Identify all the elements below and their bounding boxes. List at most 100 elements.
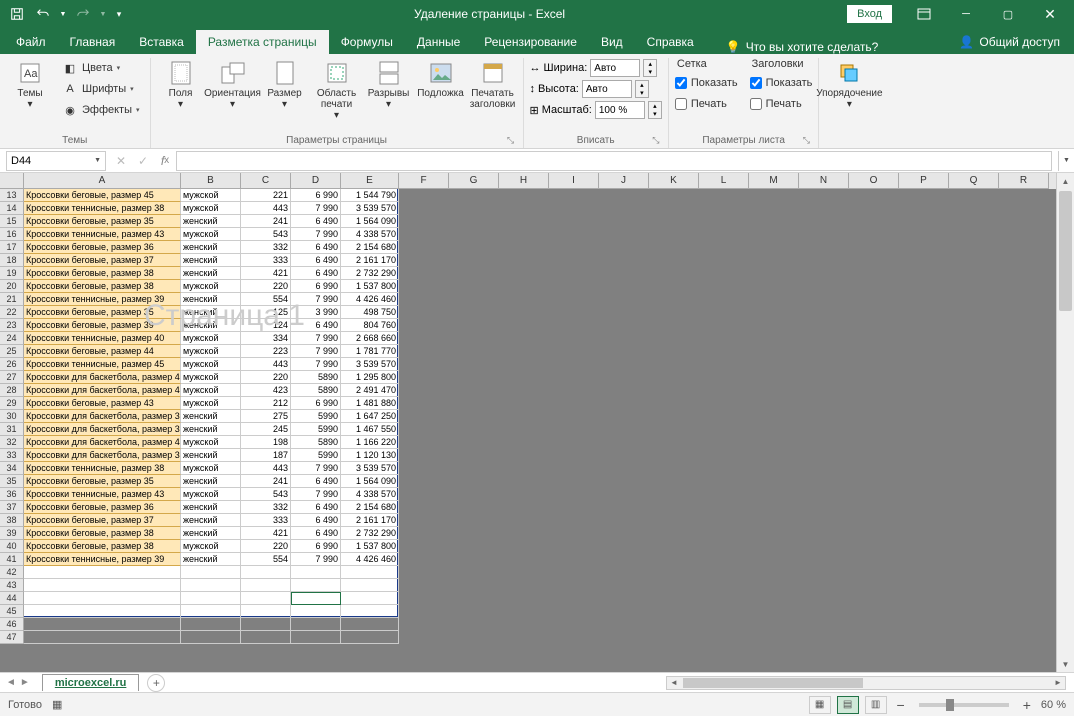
row-header[interactable]: 16 [0,228,24,241]
cell[interactable]: Кроссовки теннисные, размер 45 [24,358,181,371]
cell[interactable]: Кроссовки теннисные, размер 43 [24,488,181,501]
cell[interactable]: 554 [241,293,291,306]
row-header[interactable]: 18 [0,254,24,267]
cell[interactable]: Кроссовки беговые, размер 36 [24,501,181,514]
cell[interactable]: 6 490 [291,215,341,228]
cell[interactable] [24,566,181,579]
tab-формулы[interactable]: Формулы [329,30,405,54]
cell[interactable]: Кроссовки теннисные, размер 39 [24,553,181,566]
zoom-in-button[interactable]: + [1019,697,1035,713]
cell[interactable]: мужской [181,228,241,241]
redo-dropdown[interactable]: ▼ [98,3,108,25]
redo-icon[interactable] [72,3,94,25]
row-header[interactable]: 32 [0,436,24,449]
worksheet-grid[interactable]: ABCDEFGHIJKLMNOPQR 131415161718192021222… [0,173,1074,672]
cell[interactable] [291,618,341,631]
cell[interactable]: 7 990 [291,293,341,306]
cell[interactable]: 275 [241,410,291,423]
row-header[interactable]: 37 [0,501,24,514]
cell[interactable]: 7 990 [291,202,341,215]
row-header[interactable]: 27 [0,371,24,384]
cell[interactable] [24,605,181,618]
page-layout-view-button[interactable]: ▥ [865,696,887,714]
cell[interactable]: мужской [181,436,241,449]
cell[interactable]: 187 [241,449,291,462]
width-spinner[interactable]: ▴▾ [643,59,657,77]
cancel-fx-icon[interactable]: ✕ [110,150,132,172]
cell[interactable]: Кроссовки для баскетбола, размер 37 [24,410,181,423]
cell[interactable] [241,579,291,592]
grid-show-checkbox[interactable]: Показать [675,73,738,93]
cell[interactable]: 332 [241,501,291,514]
cell[interactable]: 3 990 [291,306,341,319]
cell[interactable]: 6 490 [291,319,341,332]
qat-customize[interactable]: ▾ [112,3,126,25]
cell[interactable] [24,618,181,631]
cell[interactable]: женский [181,241,241,254]
signin-button[interactable]: Вход [847,5,892,23]
effects-button[interactable]: ◉Эффекты▾ [58,100,144,120]
cell[interactable] [24,592,181,605]
cell[interactable]: Кроссовки для баскетбола, размер 38 [24,423,181,436]
cell[interactable]: 3 539 570 [341,462,399,475]
name-box[interactable]: D44▼ [6,151,106,171]
cell[interactable]: Кроссовки теннисные, размер 43 [24,228,181,241]
col-header-K[interactable]: K [649,173,699,189]
row-header[interactable]: 28 [0,384,24,397]
zoom-level[interactable]: 60 % [1041,699,1066,711]
cell[interactable] [181,579,241,592]
width-input[interactable] [590,59,640,77]
cell[interactable]: 212 [241,397,291,410]
cell[interactable]: Кроссовки беговые, размер 37 [24,254,181,267]
cell[interactable]: женский [181,449,241,462]
cell[interactable] [341,566,399,579]
cell[interactable]: 2 161 170 [341,514,399,527]
row-header[interactable]: 22 [0,306,24,319]
row-header[interactable]: 15 [0,215,24,228]
cell[interactable]: 124 [241,319,291,332]
col-header-H[interactable]: H [499,173,549,189]
cell[interactable]: 7 990 [291,345,341,358]
cell[interactable] [291,579,341,592]
cell[interactable]: 1 295 800 [341,371,399,384]
colors-button[interactable]: ◧Цвета▾ [58,58,144,78]
cell[interactable]: женский [181,215,241,228]
cell[interactable]: 4 426 460 [341,293,399,306]
cell[interactable] [241,592,291,605]
cell[interactable]: 7 990 [291,488,341,501]
col-header-A[interactable]: A [24,173,181,189]
cell[interactable]: 6 490 [291,514,341,527]
row-header[interactable]: 25 [0,345,24,358]
row-header[interactable]: 47 [0,631,24,644]
scale-input[interactable] [595,101,645,119]
add-sheet-button[interactable]: + [147,674,165,692]
cell[interactable]: мужской [181,397,241,410]
cell[interactable]: 1 120 130 [341,449,399,462]
cell[interactable] [241,618,291,631]
cell[interactable]: Кроссовки для баскетбола, размер 41 [24,371,181,384]
row-header[interactable]: 40 [0,540,24,553]
cell[interactable]: Кроссовки для баскетбола, размер 44 [24,436,181,449]
cell[interactable]: 2 732 290 [341,267,399,280]
print-area-button[interactable]: Область печати▾ [313,58,361,123]
cell[interactable]: 7 990 [291,358,341,371]
cell[interactable]: 333 [241,254,291,267]
tab-данные[interactable]: Данные [405,30,472,54]
cell[interactable] [181,631,241,644]
cell[interactable]: 7 990 [291,462,341,475]
scale-launcher[interactable]: ⤡ [650,135,662,147]
cell[interactable]: Кроссовки беговые, размер 38 [24,280,181,293]
cell[interactable]: 2 154 680 [341,241,399,254]
cell[interactable]: 6 490 [291,267,341,280]
col-header-P[interactable]: P [899,173,949,189]
cell[interactable]: Кроссовки для баскетбола, размер 42 [24,384,181,397]
sheet-opts-launcher[interactable]: ⤡ [800,135,812,147]
cell[interactable]: 5890 [291,384,341,397]
cell[interactable]: мужской [181,540,241,553]
cell[interactable]: 1 564 090 [341,475,399,488]
row-header[interactable]: 38 [0,514,24,527]
cell[interactable]: мужской [181,488,241,501]
page-break-view-button[interactable]: ▤ [837,696,859,714]
background-button[interactable]: Подложка [417,58,465,101]
cell[interactable]: 1 537 800 [341,540,399,553]
